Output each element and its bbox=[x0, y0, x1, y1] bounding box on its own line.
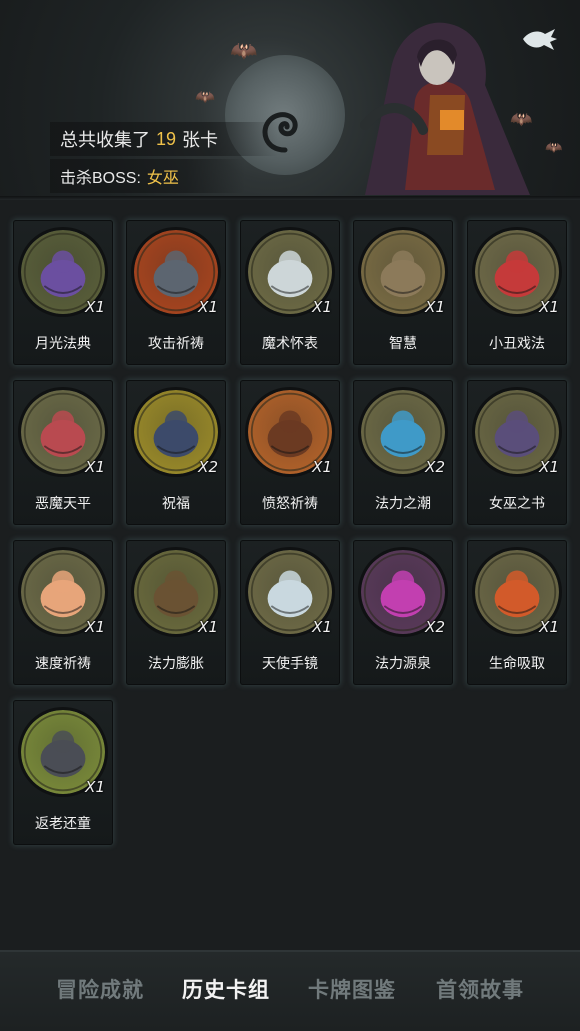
collected-suffix: 张卡 bbox=[182, 130, 219, 150]
card-name: 速度祈祷 bbox=[35, 655, 91, 671]
card-item[interactable]: X1 法力膨胀 bbox=[126, 540, 226, 685]
tab-card-gallery[interactable]: 卡牌图鉴 bbox=[308, 974, 396, 1004]
card-item[interactable]: X1 智慧 bbox=[353, 220, 453, 365]
collected-prefix: 总共收集了 bbox=[60, 130, 150, 150]
tab-boss-stories[interactable]: 首领故事 bbox=[436, 974, 524, 1004]
card-item[interactable]: X1 攻击祈祷 bbox=[126, 220, 226, 365]
card-count: X1 bbox=[539, 618, 559, 636]
card-name: 愤怒祈祷 bbox=[262, 495, 318, 511]
card-item[interactable]: X2 祝福 bbox=[126, 380, 226, 525]
card-count: X1 bbox=[312, 298, 332, 316]
card-count: X1 bbox=[539, 458, 559, 476]
collection-header: 🦇 🦇 🦇 🦇 总共收集了 19 张卡 击杀BOSS: 女巫 bbox=[0, 0, 580, 200]
card-name: 智慧 bbox=[389, 335, 417, 351]
card-name: 魔术怀表 bbox=[262, 335, 318, 351]
card-count: X1 bbox=[85, 458, 105, 476]
card-item[interactable]: X1 速度祈祷 bbox=[13, 540, 113, 685]
card-name: 小丑戏法 bbox=[489, 335, 545, 351]
card-name: 攻击祈祷 bbox=[148, 335, 204, 351]
tab-history-deck[interactable]: 历史卡组 bbox=[182, 974, 270, 1004]
cards-collected-row: 总共收集了 19 张卡 bbox=[50, 122, 279, 156]
boss-killed-row: 击杀BOSS: 女巫 bbox=[50, 159, 245, 193]
card-item[interactable]: X2 法力之潮 bbox=[353, 380, 453, 525]
card-count: X1 bbox=[85, 298, 105, 316]
card-count: X2 bbox=[198, 458, 218, 476]
card-item[interactable]: X1 魔术怀表 bbox=[240, 220, 340, 365]
card-count: X1 bbox=[198, 618, 218, 636]
bat-icon: 🦇 bbox=[230, 38, 258, 63]
boss-name: 女巫 bbox=[146, 170, 179, 187]
card-item[interactable]: X1 月光法典 bbox=[13, 220, 113, 365]
header-divider bbox=[0, 196, 580, 200]
card-count: X1 bbox=[425, 298, 445, 316]
card-name: 返老还童 bbox=[35, 815, 91, 831]
witch-boss-portrait bbox=[360, 22, 530, 195]
card-name: 天使手镜 bbox=[262, 655, 318, 671]
card-item[interactable]: X1 返老还童 bbox=[13, 700, 113, 845]
card-name: 恶魔天平 bbox=[35, 495, 91, 511]
card-count: X2 bbox=[425, 618, 445, 636]
card-name: 法力之潮 bbox=[375, 495, 431, 511]
back-button[interactable] bbox=[517, 22, 561, 58]
bat-icon: 🦇 bbox=[195, 89, 215, 106]
bottom-tab-bar: 冒险成就 历史卡组 卡牌图鉴 首领故事 bbox=[0, 950, 580, 1031]
card-name: 法力膨胀 bbox=[148, 655, 204, 671]
card-item[interactable]: X1 愤怒祈祷 bbox=[240, 380, 340, 525]
card-item[interactable]: X1 生命吸取 bbox=[467, 540, 567, 685]
card-count: X1 bbox=[312, 618, 332, 636]
card-count: X2 bbox=[425, 458, 445, 476]
back-arrow-icon bbox=[523, 29, 557, 50]
card-count: X1 bbox=[85, 618, 105, 636]
card-name: 法力源泉 bbox=[375, 655, 431, 671]
card-count: X1 bbox=[312, 458, 332, 476]
card-name: 生命吸取 bbox=[489, 655, 545, 671]
card-name: 月光法典 bbox=[35, 335, 91, 351]
card-name: 女巫之书 bbox=[489, 495, 545, 511]
collected-count: 19 bbox=[156, 128, 177, 149]
tab-adventure-achievements[interactable]: 冒险成就 bbox=[56, 974, 144, 1004]
card-name: 祝福 bbox=[162, 495, 190, 511]
boss-label: 击杀BOSS: bbox=[60, 170, 141, 187]
card-item[interactable]: X1 恶魔天平 bbox=[13, 380, 113, 525]
card-item[interactable]: X1 天使手镜 bbox=[240, 540, 340, 685]
bat-icon: 🦇 bbox=[545, 139, 563, 155]
card-count: X1 bbox=[539, 298, 559, 316]
card-item[interactable]: X1 小丑戏法 bbox=[467, 220, 567, 365]
card-count: X1 bbox=[198, 298, 218, 316]
card-count: X1 bbox=[85, 778, 105, 796]
card-item[interactable]: X1 女巫之书 bbox=[467, 380, 567, 525]
card-item[interactable]: X2 法力源泉 bbox=[353, 540, 453, 685]
